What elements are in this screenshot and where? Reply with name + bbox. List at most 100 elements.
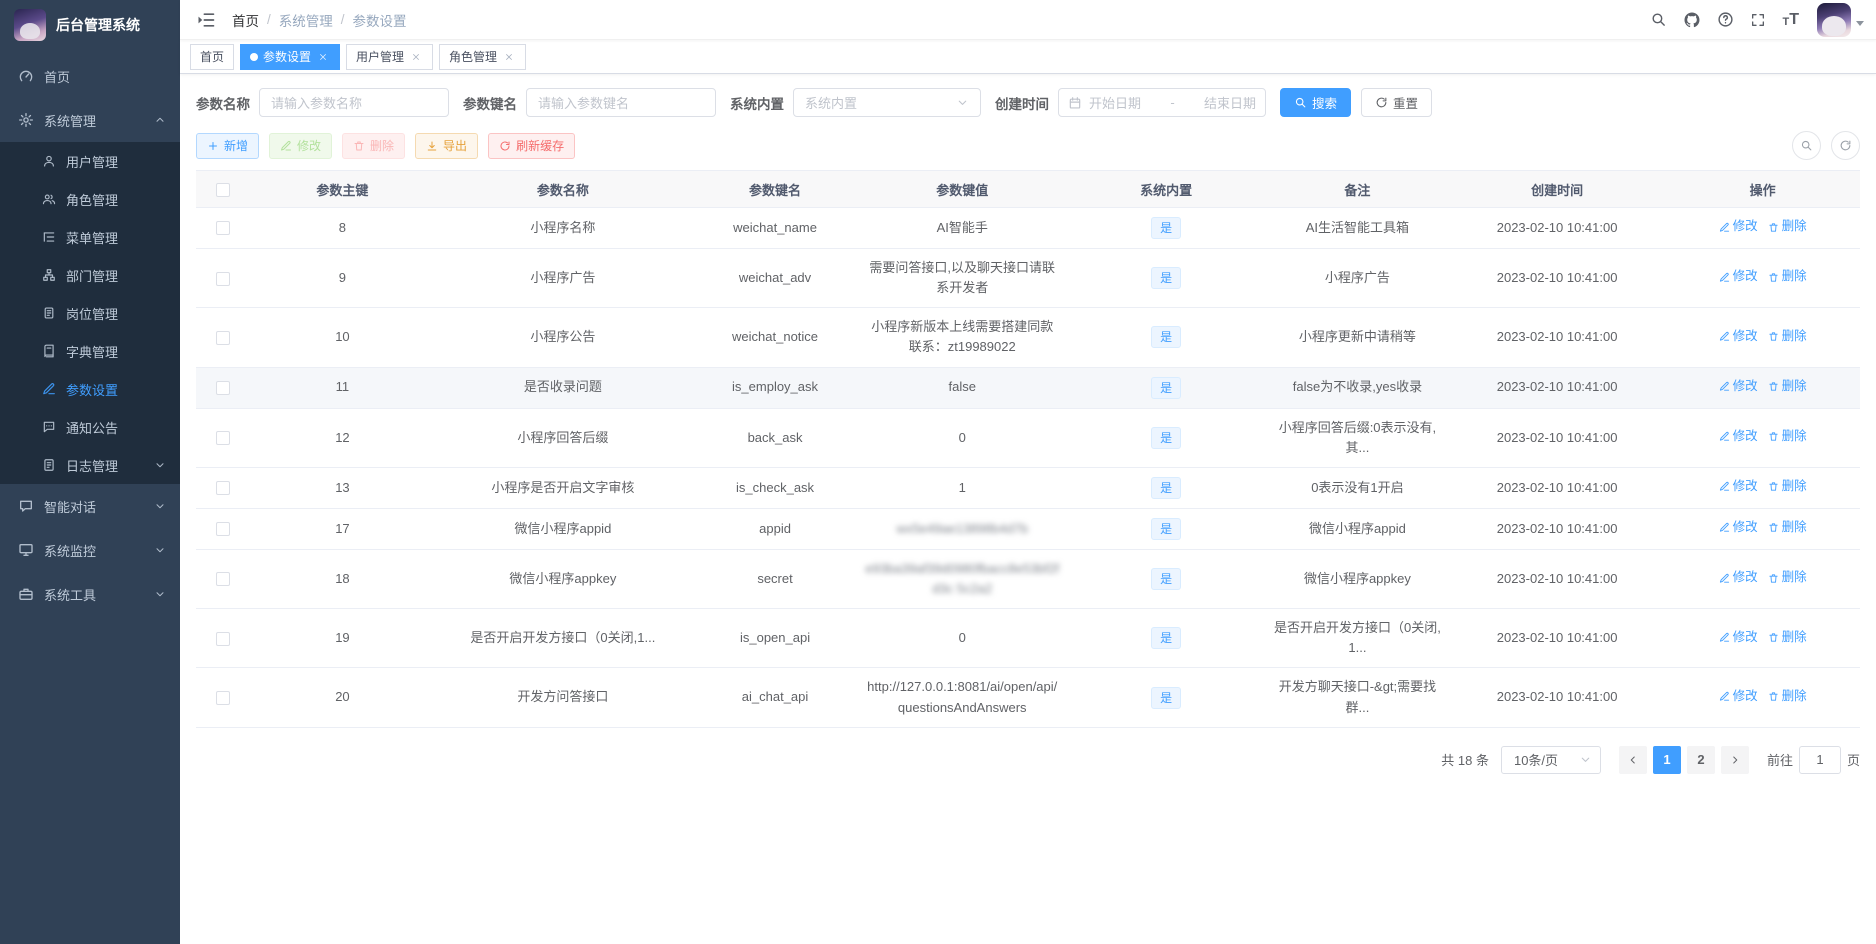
新增-button[interactable]: 新增 (196, 133, 259, 159)
cell-param-key: weichat_name (733, 220, 817, 235)
sidebar-item-日志管理[interactable]: 日志管理 (0, 446, 180, 484)
param-name-input[interactable]: 请输入参数名称 (259, 88, 449, 117)
tab-用户管理[interactable]: 用户管理 (346, 44, 433, 70)
row-checkbox[interactable] (216, 381, 230, 395)
delete-row-link[interactable]: 删除 (1768, 377, 1807, 396)
row-checkbox[interactable] (216, 572, 230, 586)
tab-label: 用户管理 (356, 48, 404, 65)
monitor-icon (18, 542, 34, 558)
font-size-icon[interactable]: TT (1782, 12, 1799, 28)
delete-row-link[interactable]: 删除 (1768, 427, 1807, 446)
delete-row-link[interactable]: 删除 (1768, 327, 1807, 346)
reset-button[interactable]: 重置 (1361, 88, 1432, 117)
修改-button[interactable]: 修改 (269, 133, 332, 159)
row-checkbox[interactable] (216, 272, 230, 286)
edit-row-link[interactable]: 修改 (1719, 267, 1758, 286)
param-name-label: 参数名称 (196, 93, 250, 113)
select-all-checkbox[interactable] (216, 183, 230, 197)
row-checkbox[interactable] (216, 431, 230, 445)
sidebar-item-用户管理[interactable]: 用户管理 (0, 142, 180, 180)
delete-row-link[interactable]: 删除 (1768, 568, 1807, 587)
close-icon[interactable] (409, 50, 423, 64)
cell-param-value: 需要问答接口,以及聊天接口请联系开发者 (869, 260, 1055, 295)
delete-row-link[interactable]: 删除 (1768, 217, 1807, 236)
close-icon[interactable] (316, 50, 330, 64)
tab-参数设置[interactable]: 参数设置 (240, 44, 340, 70)
sidebar-item-通知公告[interactable]: 通知公告 (0, 408, 180, 446)
sidebar-item-系统工具[interactable]: 系统工具 (0, 572, 180, 616)
刷新缓存-button[interactable]: 刷新缓存 (488, 133, 575, 159)
param-key-input[interactable]: 请输入参数键名 (526, 88, 716, 117)
cell-param-value: http://127.0.0.1:8081/ai/open/api/questi… (867, 679, 1057, 714)
edit-row-link[interactable]: 修改 (1719, 518, 1758, 537)
sidebar-item-字典管理[interactable]: 字典管理 (0, 332, 180, 370)
field-param-key: 参数键名 请输入参数键名 (463, 88, 716, 117)
search-button[interactable]: 搜索 (1280, 88, 1351, 117)
edit-row-link[interactable]: 修改 (1719, 687, 1758, 706)
edit-icon (1719, 381, 1730, 392)
cell-param-value: 小程序新版本上线需要搭建同款 联系：zt19989022 (871, 319, 1053, 354)
edit-row-link[interactable]: 修改 (1719, 377, 1758, 396)
chevron-down-icon (154, 500, 166, 512)
tab-角色管理[interactable]: 角色管理 (439, 44, 526, 70)
sidebar-item-岗位管理[interactable]: 岗位管理 (0, 294, 180, 332)
sidebar-item-角色管理[interactable]: 角色管理 (0, 180, 180, 218)
delete-row-link[interactable]: 删除 (1768, 687, 1807, 706)
sidebar-item-系统监控[interactable]: 系统监控 (0, 528, 180, 572)
tab-首页[interactable]: 首页 (190, 44, 234, 70)
row-checkbox[interactable] (216, 481, 230, 495)
prev-page-button[interactable] (1619, 746, 1647, 774)
row-checkbox[interactable] (216, 691, 230, 705)
breadcrumb-home[interactable]: 首页 (232, 10, 259, 30)
question-icon[interactable] (1717, 11, 1734, 28)
cell-param-value: 0 (959, 430, 966, 445)
导出-button[interactable]: 导出 (415, 133, 478, 159)
app-logo-row[interactable]: 后台管理系统 (0, 0, 180, 50)
sidebar-item-参数设置[interactable]: 参数设置 (0, 370, 180, 408)
page-size-select[interactable]: 10条/页 (1501, 746, 1601, 774)
date-range-picker[interactable]: 开始日期 - 结束日期 (1058, 88, 1266, 117)
row-checkbox[interactable] (216, 632, 230, 646)
user-menu[interactable] (1817, 3, 1864, 37)
edit-row-link[interactable]: 修改 (1719, 217, 1758, 236)
sidebar-item-label: 参数设置 (66, 380, 166, 399)
sidebar-item-菜单管理[interactable]: 菜单管理 (0, 218, 180, 256)
next-page-button[interactable] (1721, 746, 1749, 774)
refresh-icon-button[interactable] (1831, 131, 1860, 160)
row-checkbox[interactable] (216, 221, 230, 235)
row-checkbox[interactable] (216, 331, 230, 345)
field-builtin: 系统内置 系统内置 (730, 88, 981, 117)
cell-param-id: 13 (335, 480, 349, 495)
breadcrumb: 首页 / 系统管理 / 参数设置 (232, 10, 407, 30)
cell-create-time: 2023-02-10 10:41:00 (1497, 430, 1618, 445)
sidebar-item-首页[interactable]: 首页 (0, 54, 180, 98)
search-icon-button[interactable] (1792, 131, 1821, 160)
page-button-2[interactable]: 2 (1687, 746, 1715, 774)
calendar-icon (1068, 96, 1082, 110)
close-icon[interactable] (502, 50, 516, 64)
delete-row-link[interactable]: 删除 (1768, 628, 1807, 647)
edit-row-link[interactable]: 修改 (1719, 327, 1758, 346)
goto-page-input[interactable] (1799, 746, 1841, 774)
edit-row-link[interactable]: 修改 (1719, 477, 1758, 496)
page-button-1[interactable]: 1 (1653, 746, 1681, 774)
hamburger-icon[interactable] (190, 4, 222, 36)
sidebar-item-系统管理[interactable]: 系统管理 (0, 98, 180, 142)
row-checkbox[interactable] (216, 522, 230, 536)
edit-row-link[interactable]: 修改 (1719, 568, 1758, 587)
delete-row-link[interactable]: 删除 (1768, 267, 1807, 286)
删除-button[interactable]: 删除 (342, 133, 405, 159)
builtin-select[interactable]: 系统内置 (793, 88, 981, 117)
fullscreen-icon[interactable] (1750, 12, 1766, 28)
edit-icon (1719, 632, 1730, 643)
delete-row-link[interactable]: 删除 (1768, 518, 1807, 537)
cell-remark: false为不收录,yes收录 (1293, 379, 1422, 394)
search-icon[interactable] (1650, 11, 1667, 28)
avatar[interactable] (1817, 3, 1851, 37)
edit-row-link[interactable]: 修改 (1719, 628, 1758, 647)
github-icon[interactable] (1683, 11, 1701, 29)
sidebar-item-智能对话[interactable]: 智能对话 (0, 484, 180, 528)
sidebar-item-部门管理[interactable]: 部门管理 (0, 256, 180, 294)
delete-row-link[interactable]: 删除 (1768, 477, 1807, 496)
edit-row-link[interactable]: 修改 (1719, 427, 1758, 446)
